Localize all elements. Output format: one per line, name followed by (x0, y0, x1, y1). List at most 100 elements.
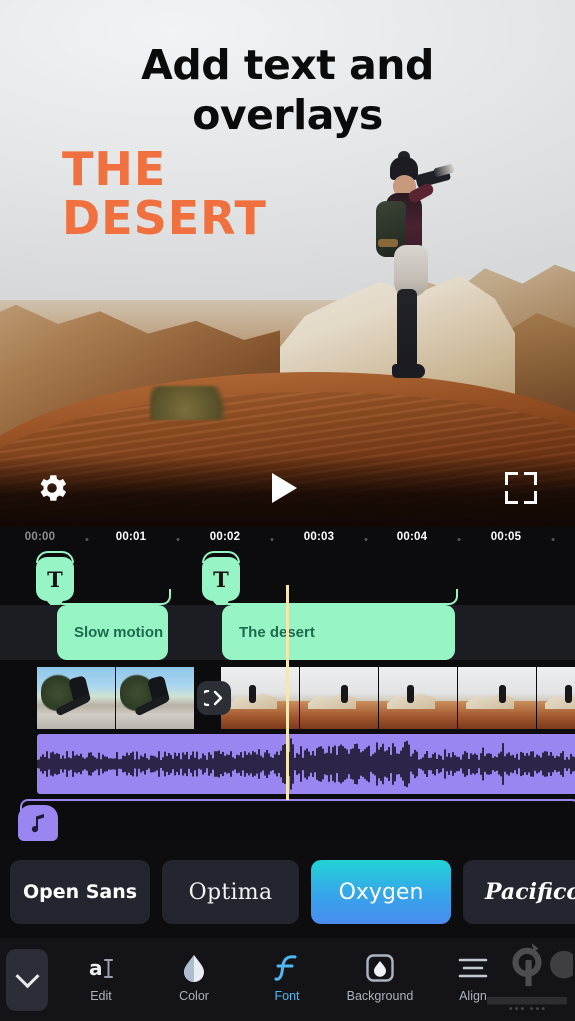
video-thumbnail[interactable] (458, 667, 536, 729)
text-edit-icon-wrap: a (55, 951, 147, 985)
align-icon-wrap (427, 951, 519, 985)
ruler-tick-label: 00:00 (24, 531, 56, 543)
ruler-tick-dot (364, 538, 368, 541)
bottom-toolbar: a Edit Color Font Background Align ••• ••• (0, 938, 575, 1021)
ruler-tick-dot (270, 538, 274, 541)
text-clip[interactable]: Slow motion (57, 605, 168, 660)
preview-controls (0, 463, 575, 517)
ruler-tick-dot (551, 538, 555, 541)
legs (397, 289, 417, 369)
droplet-icon-wrap (148, 951, 240, 985)
ruler-tick-dot (85, 538, 89, 541)
fullscreen-icon (505, 472, 518, 485)
ruler-tick-label: 00:04 (396, 531, 428, 543)
fullscreen-button[interactable] (505, 472, 537, 504)
music-clip-bracket (20, 799, 575, 813)
thumb-road (116, 715, 194, 729)
thumb-white-rock (308, 693, 356, 709)
toolbar-item-label: Background (346, 989, 414, 1003)
text-marker-glyph: T (213, 566, 229, 592)
timeline-ruler[interactable]: 00:00 00:01 00:02 00:03 00:04 00:05 (0, 527, 575, 553)
video-thumbnail[interactable] (537, 667, 575, 729)
font-option-optima[interactable]: Optima (162, 860, 299, 924)
text-clip-lane[interactable]: Slow motion The desert (0, 605, 575, 660)
ruler-tick-label: 00:01 (115, 531, 147, 543)
video-clip-lane[interactable] (0, 667, 575, 729)
font-option-label: Open Sans (22, 881, 138, 903)
video-thumbnail[interactable] (300, 667, 378, 729)
photographer-figure (372, 151, 455, 389)
toolbar-item-color[interactable]: Color (148, 951, 240, 1003)
fullscreen-corner-bl (505, 491, 518, 504)
audio-waveform (37, 738, 575, 790)
font-f-icon (274, 955, 297, 981)
text-marker-bracket (54, 589, 171, 605)
settings-button[interactable] (34, 470, 70, 506)
shoe (392, 364, 425, 378)
toolbar-item-label: Edit (90, 989, 112, 1003)
toolbar-item-edit[interactable]: a Edit (55, 951, 147, 1003)
collapse-panel-button[interactable] (6, 949, 48, 1011)
ruler-tick-label: 00:02 (209, 531, 241, 543)
shrub (150, 386, 238, 420)
backpack-strap (378, 239, 398, 247)
font-option-pacifico[interactable]: Pacifico (463, 860, 575, 924)
text-clip[interactable]: The desert (222, 605, 455, 660)
play-icon (272, 473, 297, 503)
text-edit-icon: a (89, 956, 113, 980)
overlay-text[interactable]: THE DESERT (62, 145, 267, 243)
svg-text:a: a (89, 956, 103, 980)
video-editor-app: Add text and overlays THE DESERT 00:00 00:0… (0, 0, 575, 1021)
music-note-icon (31, 814, 44, 833)
transition-badge[interactable] (197, 681, 231, 715)
fullscreen-corner-br (524, 491, 537, 504)
thumb-road (37, 715, 115, 729)
font-option-oxygen[interactable]: Oxygen (311, 860, 451, 924)
video-thumbnail[interactable] (37, 667, 115, 729)
video-preview[interactable]: Add text and overlays THE DESERT (0, 0, 575, 527)
thumb-figure (341, 685, 348, 703)
toolbar-item-label: Color (179, 989, 209, 1003)
thumb-figure (565, 685, 572, 703)
thumb-figure (499, 685, 506, 703)
music-clip-button[interactable] (18, 805, 58, 841)
text-marker-bracket (219, 589, 458, 605)
video-thumbnail[interactable] (221, 667, 299, 729)
fullscreen-corner-tr (524, 472, 537, 485)
font-option-open-sans[interactable]: Open Sans (10, 860, 150, 924)
transition-icon (204, 690, 223, 706)
toolbar-item-font[interactable]: Font (241, 951, 333, 1003)
font-option-label: Pacifico (484, 879, 575, 905)
video-thumbnail[interactable] (116, 667, 194, 729)
text-marker-glyph: T (47, 566, 63, 592)
toolbar-item-label: Font (274, 989, 300, 1003)
background-icon (366, 954, 394, 982)
font-f-icon-wrap (241, 951, 333, 985)
ruler-tick-label: 00:03 (303, 531, 335, 543)
video-thumbnail[interactable] (379, 667, 457, 729)
preview-headline: Add text and overlays (141, 41, 434, 139)
text-clip-label: The desert (239, 624, 315, 641)
font-selector-strip[interactable]: Open Sans Optima Oxygen Pacifico (0, 852, 575, 932)
font-option-label: Oxygen (338, 879, 424, 905)
toolbar-item-align[interactable]: Align (427, 951, 519, 1003)
play-button[interactable] (272, 470, 306, 506)
audio-clip[interactable] (37, 734, 575, 794)
thumb-white-rock (466, 693, 514, 709)
toolbar-item-label: Align (459, 989, 487, 1003)
ruler-tick-dot (457, 538, 461, 541)
timeline[interactable]: 00:00 00:01 00:02 00:03 00:04 00:05 T T Slow m… (0, 527, 575, 845)
chevron-down-icon (14, 963, 40, 988)
droplet-icon (184, 955, 204, 982)
ruler-tick-dot (176, 538, 180, 541)
font-option-label: Optima (188, 879, 273, 905)
thumb-figure (407, 685, 414, 703)
align-icon (458, 958, 488, 978)
background-icon-wrap (334, 951, 426, 985)
toolbar-item-background[interactable]: Background (334, 951, 426, 1003)
text-clip-label: Slow motion (74, 624, 164, 641)
ruler-tick-label: 00:05 (490, 531, 522, 543)
svg-text:••• •••: ••• ••• (508, 1004, 546, 1015)
thumb-figure (249, 685, 256, 703)
gear-icon (40, 475, 67, 501)
